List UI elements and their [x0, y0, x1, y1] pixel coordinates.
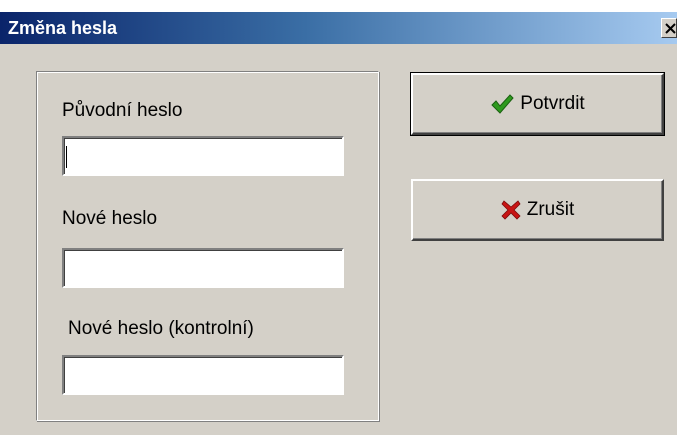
close-icon: [665, 23, 676, 34]
title-bar[interactable]: Změna hesla: [0, 12, 677, 44]
confirm-password-field[interactable]: [62, 355, 344, 395]
new-password-label: Nové heslo: [62, 208, 158, 229]
text-caret: [66, 146, 67, 168]
window-title: Změna hesla: [8, 18, 118, 38]
new-password-field[interactable]: [62, 248, 344, 288]
close-button[interactable]: [661, 18, 677, 38]
change-password-dialog: Změna hesla Původní heslo Nové heslo Nov…: [0, 12, 677, 435]
original-password-field[interactable]: [62, 136, 344, 176]
red-x-icon: [501, 200, 521, 220]
confirm-button[interactable]: Potvrdit: [410, 72, 665, 136]
original-password-label: Původní heslo: [62, 100, 183, 121]
cancel-button[interactable]: Zrušit: [411, 179, 664, 241]
confirm-button-label: Potvrdit: [520, 93, 585, 114]
cancel-button-label: Zrušit: [526, 199, 575, 220]
checkmark-icon: [490, 93, 514, 115]
confirm-password-label: Nové heslo (kontrolní): [68, 318, 254, 339]
